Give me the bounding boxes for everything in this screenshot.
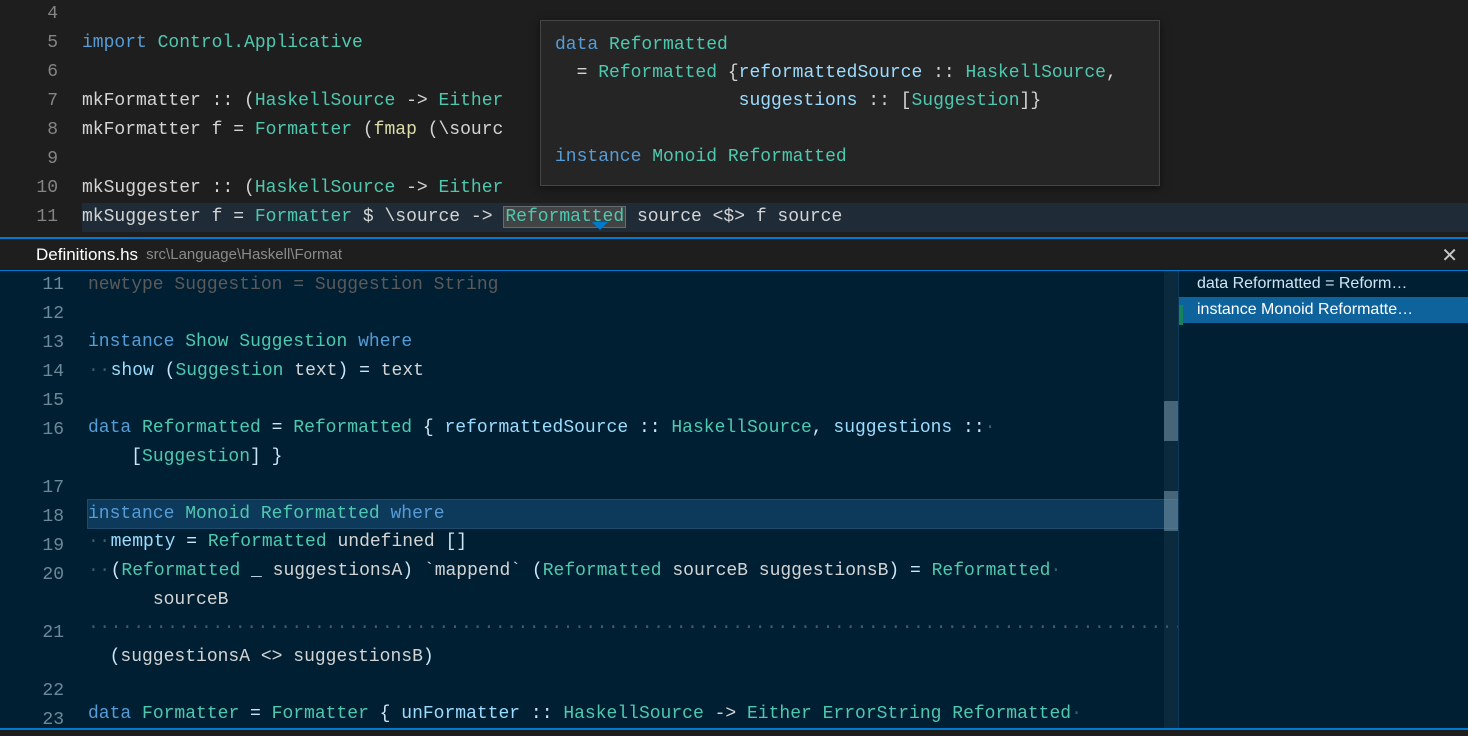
line-number: 13 <box>0 329 64 358</box>
line-number <box>0 590 64 619</box>
hover-tooltip: data Reformatted = Reformatted {reformat… <box>540 20 1160 186</box>
top-editor[interactable]: 4567891011 import Control.Applicative mk… <box>0 0 1468 240</box>
line-number: 11 <box>0 271 64 300</box>
line-number: 6 <box>0 58 58 87</box>
line-number: 11 <box>0 203 58 232</box>
line-number: 18 <box>0 503 64 532</box>
line-number: 16 <box>0 416 64 445</box>
line-number: 20 <box>0 561 64 590</box>
line-number: 12 <box>0 300 64 329</box>
line-number: 23 <box>0 706 64 730</box>
change-indicator-icon <box>1179 305 1183 325</box>
hover-arrow-icon <box>592 222 608 230</box>
scrollbar[interactable] <box>1164 271 1178 728</box>
code-line[interactable] <box>88 671 1178 700</box>
scrollbar-mark <box>1164 401 1178 441</box>
code-line[interactable]: instance Monoid Reformatted where <box>88 500 1178 529</box>
code-line[interactable]: data Reformatted = Reformatted { reforma… <box>88 414 1178 443</box>
code-line[interactable]: instance Show Suggestion where <box>88 328 1178 357</box>
peek-body: 111213141516 17181920 21 2223 newtype Sugge… <box>0 271 1468 730</box>
peek-title: Definitions.hs <box>36 245 138 265</box>
code-line[interactable]: data Formatter = Formatter { unFormatter… <box>88 700 1178 729</box>
line-number: 9 <box>0 145 58 174</box>
peek-code[interactable]: newtype Suggestion = Suggestion String i… <box>88 271 1178 728</box>
line-number: 21 <box>0 619 64 648</box>
scrollbar-mark <box>1164 491 1178 531</box>
close-icon[interactable]: ✕ <box>1441 243 1458 268</box>
code-line[interactable] <box>88 471 1178 500</box>
line-number: 7 <box>0 87 58 116</box>
code-line[interactable] <box>88 385 1178 414</box>
code-line[interactable]: [Suggestion] } <box>88 443 1178 472</box>
peek-path: src\Language\Haskell\Format <box>146 246 342 263</box>
line-number: 10 <box>0 174 58 203</box>
line-number <box>0 648 64 677</box>
code-line[interactable]: ··(Reformatted _ suggestionsA) `mappend`… <box>88 557 1178 586</box>
code-line[interactable]: ··mempty = Reformatted undefined [] <box>88 528 1178 557</box>
line-number: 17 <box>0 474 64 503</box>
peek-gutter: 111213141516 17181920 21 2223 <box>0 271 76 728</box>
line-number: 22 <box>0 677 64 706</box>
line-number: 19 <box>0 532 64 561</box>
line-number: 5 <box>0 29 58 58</box>
line-number: 14 <box>0 358 64 387</box>
peek-result-item[interactable]: data Reformatted = Reform… <box>1179 271 1468 297</box>
code-line[interactable]: sourceB <box>88 586 1178 615</box>
peek-result-item[interactable]: instance Monoid Reformatte… <box>1179 297 1468 323</box>
peek-result-list: data Reformatted = Reform…instance Monoi… <box>1178 271 1468 728</box>
code-line[interactable]: newtype Suggestion = Suggestion String <box>88 271 1178 300</box>
code-line[interactable]: mkSuggester f = Formatter $ \source -> R… <box>82 203 1468 232</box>
code-line[interactable]: ··show (Suggestion text) = text <box>88 357 1178 386</box>
top-gutter: 4567891011 <box>0 0 70 232</box>
peek-header: Definitions.hs src\Language\Haskell\Form… <box>0 239 1468 271</box>
line-number: 8 <box>0 116 58 145</box>
code-line[interactable]: ········································… <box>88 614 1178 643</box>
line-number <box>0 445 64 474</box>
code-line[interactable]: (suggestionsA <> suggestionsB) <box>88 643 1178 672</box>
line-number: 4 <box>0 0 58 29</box>
line-number: 15 <box>0 387 64 416</box>
code-line[interactable] <box>88 300 1178 329</box>
